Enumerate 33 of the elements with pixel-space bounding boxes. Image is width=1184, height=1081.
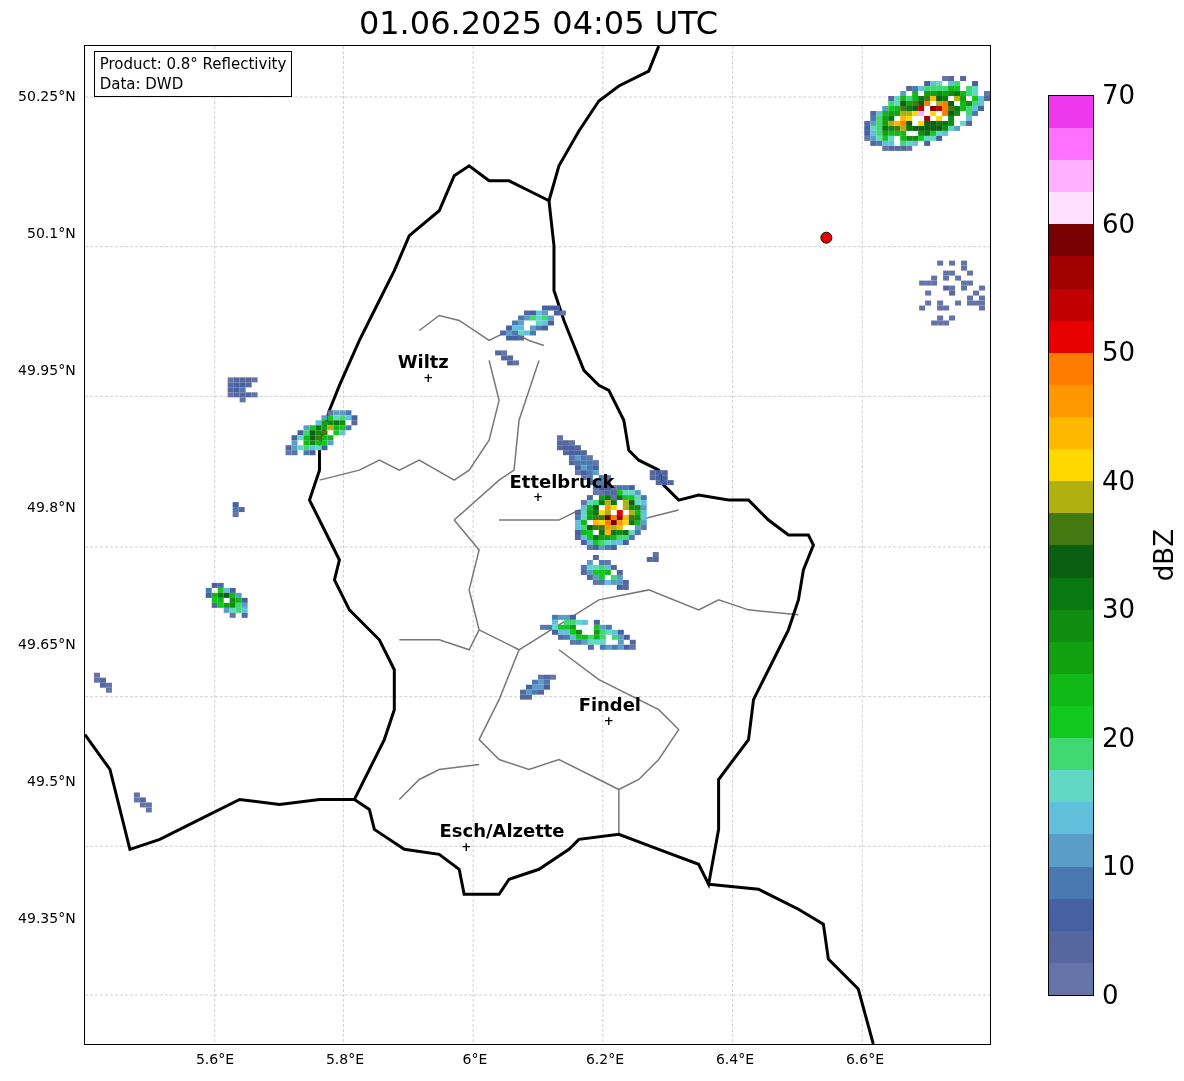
- colorbar-tick-label: 40: [1101, 466, 1135, 495]
- radar-site-dot: [820, 231, 832, 244]
- latitude-label: 49.8°N: [27, 498, 76, 517]
- latitude-label: 50.25°N: [18, 87, 76, 106]
- city-marker: +: [532, 490, 543, 505]
- colorbar-tick-label: 20: [1101, 723, 1135, 752]
- colorbar-tick-label: 60: [1101, 209, 1135, 238]
- longitude-label: 6.6°E: [845, 1050, 885, 1069]
- longitude-label: 5.8°E: [325, 1050, 365, 1069]
- colorbar-tick-label: 30: [1101, 595, 1135, 624]
- city-label: Findel: [578, 693, 641, 715]
- city-marker: +: [460, 840, 471, 855]
- chart-title: 01.06.2025 04:05 UTC: [358, 2, 719, 43]
- longitude-label: 6.4°E: [715, 1050, 755, 1069]
- city-marker: +: [603, 713, 614, 728]
- city-label: Esch/Alzette: [439, 820, 565, 842]
- longitude-label: 6°E: [462, 1050, 488, 1069]
- longitude-label: 6.2°E: [585, 1050, 625, 1069]
- latitude-label: 49.95°N: [18, 361, 76, 380]
- legend-text: Data: DWD: [99, 74, 185, 94]
- colorbar-tick-label: 10: [1101, 852, 1135, 881]
- colorbar-tick-label: 0: [1101, 980, 1120, 1009]
- colorbar-tick-label: 70: [1101, 81, 1135, 109]
- city-label: Wiltz: [397, 351, 449, 373]
- city-marker: +: [422, 371, 433, 386]
- latitude-label: 49.5°N: [27, 772, 76, 791]
- longitude-label: 5.6°E: [195, 1050, 235, 1069]
- colorbar-unit-label: dBZ: [1148, 528, 1180, 582]
- latitude-label: 50.1°N: [27, 224, 76, 243]
- latitude-label: 49.35°N: [18, 909, 76, 928]
- colorbar-tick-label: 50: [1101, 338, 1135, 367]
- latitude-label: 49.65°N: [18, 635, 76, 654]
- legend-text: Product: 0.8° Reflectivity: [99, 54, 287, 74]
